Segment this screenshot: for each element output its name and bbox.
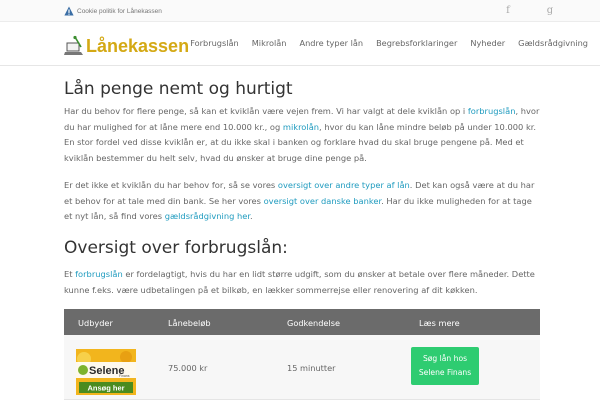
logo-text: Lånekassen [86,35,190,56]
nav-item-nyheder[interactable]: Nyheder [470,38,505,48]
link-forbrugslaan[interactable]: forbrugslån [468,106,516,116]
cookie-policy-link[interactable]: Cookie politik for Lånekassen [77,8,162,15]
nav-item-mikrolaan[interactable]: Mikrolån [252,38,287,48]
main-content: Lån penge nemt og hurtigt Har du behov f… [64,66,540,298]
table-row: Selene Finans Ansøg her 75.000 kr 15 min… [64,335,540,400]
google-plus-icon[interactable]: g [543,4,557,18]
apply-selene-button[interactable]: Søg lån hos Selene Finans [411,347,479,385]
alt-text-1: Er det ikke et kviklån du har behov for,… [64,179,278,190]
fb-text-1: Et [64,268,76,279]
selene-finans-logo[interactable]: Selene Finans Ansøg her [76,349,136,395]
column-header-laanebeloeb: Lånebeløb [168,318,211,328]
loan-table: Udbyder Lånebeløb Godkendelse Læs mere S… [64,309,540,400]
intro-text-1: Har du behov for flere penge, så kan et … [64,106,468,116]
nav-item-begrebsforklaringer[interactable]: Begrebsforklaringer [376,38,457,48]
selene-logo-subtext: Finans [119,374,130,378]
table-header: Udbyder Lånebeløb Godkendelse Læs mere [64,309,540,335]
nav-item-gaeldsraadgivning[interactable]: Gældsrådgivning [518,38,588,48]
site-header: Lånekassen Forbrugslån Mikrolån Andre ty… [0,22,600,66]
alternatives-paragraph: Er det ikke et kviklån du har behov for,… [64,178,540,225]
main-nav: Forbrugslån Mikrolån Andre typer lån Beg… [190,38,588,48]
column-header-laes-mere: Læs mere [419,318,460,328]
link-forbrugslaan-2[interactable]: forbrugslån [75,269,123,279]
section-title: Oversigt over forbrugslån: [64,237,288,258]
column-header-godkendelse: Godkendelse [287,318,341,328]
loan-amount: 75.000 kr [168,363,208,373]
link-gaeldsraadgivning[interactable]: gældsrådgivning her [165,211,250,221]
warning-icon [64,6,74,16]
intro-paragraph: Har du behov for flere penge, så kan et … [64,104,540,167]
link-danske-banker[interactable]: oversigt over danske banker [264,196,381,206]
cookie-notice[interactable]: Cookie politik for Lånekassen [64,4,162,18]
column-header-udbyder: Udbyder [78,318,113,328]
alt-text-4: . [250,211,253,222]
top-bar: Cookie politik for Lånekassen f g [0,0,600,22]
nav-item-forbrugslaan[interactable]: Forbrugslån [190,38,239,48]
page-title: Lån penge nemt og hurtigt [64,79,293,99]
link-mikrolaan[interactable]: mikrolån [283,122,319,132]
nav-item-andre-typer-laan[interactable]: Andre typer lån [300,38,364,48]
link-andre-typer-laan[interactable]: oversigt over andre typer af lån [278,180,410,190]
forbrugslaan-paragraph: Et forbrugslån er fordelagtigt, hvis du … [64,267,540,298]
fb-text-2: er fordelagtigt, hvis du har en lidt stø… [64,268,535,295]
laptop-logo-icon [64,35,83,55]
ansoeg-her-label: Ansøg her [87,384,124,393]
facebook-icon[interactable]: f [501,4,515,18]
approval-time: 15 minutter [287,363,336,373]
site-logo[interactable]: Lånekassen [64,34,189,58]
